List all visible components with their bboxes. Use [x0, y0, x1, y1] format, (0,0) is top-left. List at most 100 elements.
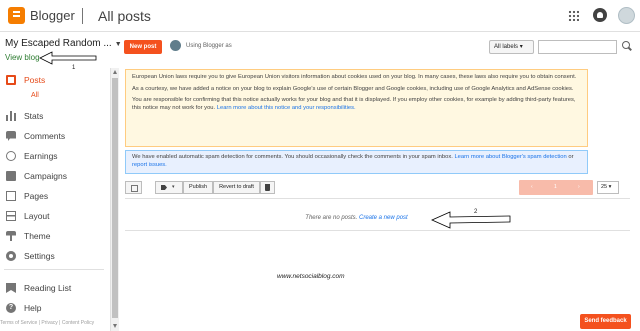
sidebar-item-help[interactable]: ? Help: [0, 298, 110, 318]
sidebar-scrollbar[interactable]: [110, 68, 119, 331]
account-avatar[interactable]: [618, 7, 635, 24]
eu-cookie-notice: European Union laws require you to give …: [125, 69, 588, 147]
scroll-down-icon[interactable]: [113, 324, 117, 328]
trash-icon: [265, 184, 270, 191]
search-posts-input[interactable]: [538, 40, 617, 54]
spam-detection-notice: We have enabled automatic spam detection…: [125, 150, 588, 174]
send-feedback-button[interactable]: Send feedback: [580, 314, 631, 329]
sidebar-subitem-all[interactable]: All: [0, 90, 110, 106]
sidebar-item-label: Theme: [24, 231, 51, 241]
eu-notice-p2: As a courtesy, we have added a notice on…: [132, 85, 574, 92]
apps-grid-icon[interactable]: [568, 10, 579, 21]
campaigns-icon: [6, 171, 16, 181]
watermark-text: www.netsocialblog.com: [277, 273, 345, 280]
list-divider: [125, 198, 630, 199]
help-icon: ?: [6, 303, 16, 313]
layout-icon: [6, 211, 16, 221]
comments-icon: [6, 131, 16, 141]
scrollbar-thumb[interactable]: [112, 78, 118, 318]
empty-posts-message: There are no posts. Create a new post: [125, 215, 588, 221]
author-avatar: [170, 40, 181, 51]
label-dropdown-button[interactable]: ▾: [155, 181, 183, 194]
sidebar-item-reading-list[interactable]: Reading List: [0, 278, 110, 298]
sidebar-item-label: Settings: [24, 251, 55, 261]
using-blogger-as-text: Using Blogger as: [186, 43, 232, 49]
page-size-select[interactable]: 25 ▾: [597, 181, 619, 194]
sidebar: My Escaped Random ... ▼ View blog 1 Posts…: [0, 32, 122, 331]
privacy-link[interactable]: Privacy: [41, 320, 57, 326]
eu-notice-p3: You are responsible for confirming that …: [132, 97, 581, 112]
labels-filter-value: All labels: [494, 44, 519, 50]
main-content: New post Using Blogger as All labels ▾ E…: [119, 32, 640, 331]
page-title: All posts: [98, 8, 151, 24]
select-all-checkbox[interactable]: [125, 181, 142, 194]
labels-filter-dropdown[interactable]: All labels ▾: [489, 40, 534, 54]
page-size-value: 25: [601, 184, 608, 190]
footer-links: Terms of Service | Privacy | Content Pol…: [0, 320, 94, 326]
sidebar-item-layout[interactable]: Layout: [0, 206, 110, 226]
spam-notice-text: We have enabled automatic spam detection…: [132, 154, 453, 160]
blogger-logo-icon[interactable]: [8, 7, 25, 24]
sidebar-item-label: Campaigns: [24, 171, 67, 181]
sidebar-nav-bottom: Reading List ? Help: [0, 278, 110, 318]
sidebar-item-settings[interactable]: Settings: [0, 246, 110, 266]
empty-posts-text: There are no posts.: [305, 215, 358, 221]
posts-icon: [6, 75, 16, 85]
learn-more-notice-link[interactable]: Learn more about this notice and your re…: [217, 105, 356, 111]
sidebar-item-comments[interactable]: Comments: [0, 126, 110, 146]
search-icon[interactable]: [622, 41, 630, 49]
sidebar-divider: [4, 269, 104, 270]
label-icon: [161, 185, 167, 190]
view-blog-link[interactable]: View blog: [5, 53, 40, 62]
sidebar-item-theme[interactable]: Theme: [0, 226, 110, 246]
list-divider: [125, 230, 630, 231]
sidebar-item-pages[interactable]: Pages: [0, 186, 110, 206]
chevron-down-icon: ▾: [608, 184, 612, 190]
sidebar-item-label: Earnings: [24, 151, 58, 161]
brand-name[interactable]: Blogger: [30, 8, 75, 23]
header-divider: [82, 8, 83, 24]
sidebar-nav: Posts All Stats Comments Earnings Campai…: [0, 70, 110, 266]
pages-icon: [6, 191, 16, 201]
pagination: ‹ 1 ›: [519, 180, 593, 195]
pager-current-page: 1: [554, 184, 557, 190]
publish-button[interactable]: Publish: [183, 181, 213, 194]
sidebar-item-posts[interactable]: Posts: [0, 70, 110, 90]
footer-separator: |: [59, 320, 61, 326]
delete-button[interactable]: [260, 181, 275, 194]
settings-icon: [6, 251, 16, 261]
chevron-down-icon: ▾: [519, 44, 523, 50]
posts-toolbar: ▾ Publish Revert to draft ‹ 1 › 25 ▾: [125, 180, 630, 196]
sidebar-item-label: Reading List: [24, 283, 72, 293]
theme-icon: [6, 231, 16, 241]
pager-prev-icon[interactable]: ‹: [531, 184, 533, 190]
sidebar-item-label: Stats: [24, 111, 44, 121]
revert-to-draft-button[interactable]: Revert to draft: [213, 181, 260, 194]
create-new-post-link[interactable]: Create a new post: [359, 215, 408, 221]
sidebar-item-label: Help: [24, 303, 42, 313]
pager-next-icon[interactable]: ›: [578, 184, 580, 190]
sidebar-item-earnings[interactable]: Earnings: [0, 146, 110, 166]
reading-list-icon: [6, 283, 16, 293]
sidebar-item-label: Layout: [24, 211, 50, 221]
top-bar: Blogger All posts: [0, 0, 640, 32]
stats-icon: [6, 111, 16, 121]
report-issues-link[interactable]: report issues.: [132, 162, 167, 168]
sidebar-item-label: Posts: [24, 75, 46, 85]
terms-link[interactable]: Terms of Service: [0, 320, 37, 326]
blog-name: My Escaped Random ...: [5, 38, 112, 49]
sidebar-item-campaigns[interactable]: Campaigns: [0, 166, 110, 186]
earnings-icon: [6, 151, 16, 161]
sidebar-item-label: Comments: [24, 131, 66, 141]
sidebar-item-label: Pages: [24, 191, 49, 201]
footer-separator: |: [38, 320, 40, 326]
content-policy-link[interactable]: Content Policy: [62, 320, 94, 326]
new-post-button[interactable]: New post: [124, 40, 162, 54]
blog-selector[interactable]: My Escaped Random ... ▼: [5, 38, 122, 49]
notifications-icon[interactable]: [593, 8, 607, 22]
chevron-down-icon: ▾: [172, 184, 175, 190]
sidebar-item-stats[interactable]: Stats: [0, 106, 110, 126]
spam-learn-more-link[interactable]: Learn more about Blogger's spam detectio…: [454, 154, 566, 160]
scroll-up-icon[interactable]: [113, 70, 117, 74]
spam-notice-or: or: [568, 154, 574, 160]
